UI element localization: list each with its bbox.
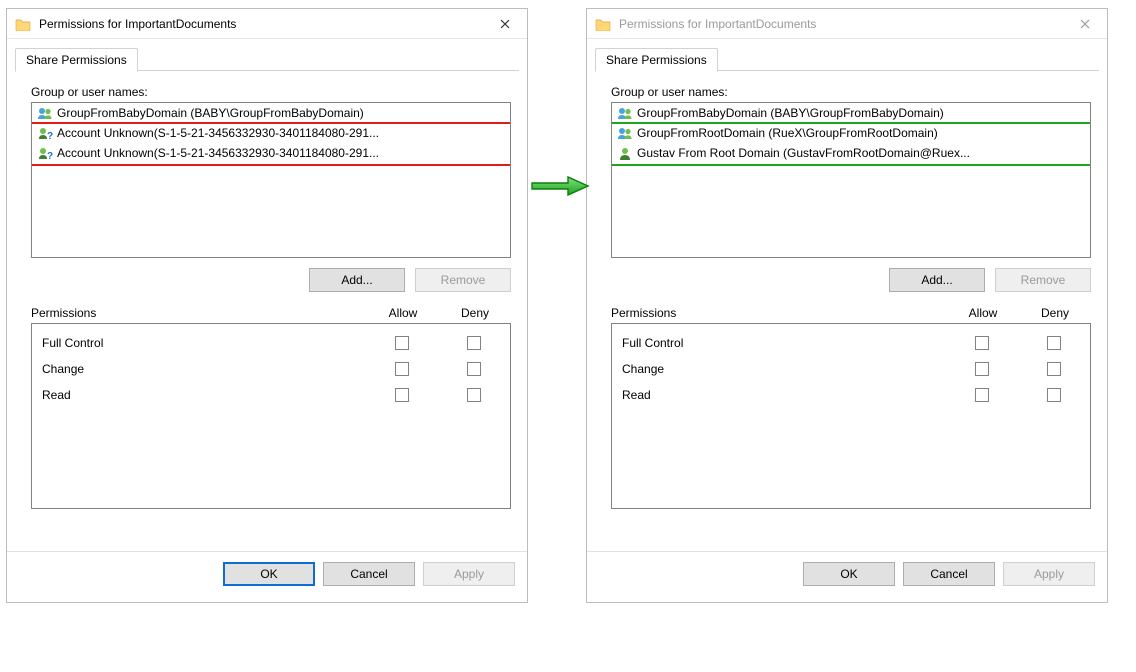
folder-icon	[595, 17, 611, 31]
deny-heading: Deny	[1019, 306, 1091, 320]
tab-share-permissions[interactable]: Share Permissions	[595, 48, 718, 72]
arrow-annotation-icon	[530, 174, 590, 198]
permissions-list: Full Control Change Read	[611, 323, 1091, 509]
permissions-list: Full Control Change Read	[31, 323, 511, 509]
permission-row: Full Control	[612, 330, 1090, 356]
group-icon	[37, 106, 53, 120]
close-icon	[1080, 19, 1090, 29]
permission-name: Change	[622, 362, 946, 376]
allow-checkbox[interactable]	[975, 362, 989, 376]
allow-heading: Allow	[947, 306, 1019, 320]
add-button[interactable]: Add...	[309, 268, 405, 292]
list-item-label: GroupFromBabyDomain (BABY\GroupFromBabyD…	[57, 106, 364, 120]
apply-button[interactable]: Apply	[423, 562, 515, 586]
permission-row: Full Control	[32, 330, 510, 356]
permission-row: Read	[32, 382, 510, 408]
cancel-button[interactable]: Cancel	[323, 562, 415, 586]
unknown-account-icon	[37, 126, 53, 140]
permissions-heading: Permissions	[31, 306, 367, 320]
group-label: Group or user names:	[611, 85, 1091, 99]
allow-checkbox[interactable]	[975, 388, 989, 402]
group-label: Group or user names:	[31, 85, 511, 99]
group-icon	[617, 126, 633, 140]
user-icon	[617, 146, 633, 160]
close-icon	[500, 19, 510, 29]
list-item-label: Account Unknown(S-1-5-21-3456332930-3401…	[57, 146, 379, 160]
permission-name: Full Control	[42, 336, 366, 350]
user-group-list[interactable]: GroupFromBabyDomain (BABY\GroupFromBabyD…	[611, 102, 1091, 258]
dialog-footer: OK Cancel Apply	[587, 551, 1107, 596]
deny-heading: Deny	[439, 306, 511, 320]
permission-row: Read	[612, 382, 1090, 408]
user-group-list[interactable]: GroupFromBabyDomain (BABY\GroupFromBabyD…	[31, 102, 511, 258]
unknown-account-icon	[37, 146, 53, 160]
deny-checkbox[interactable]	[467, 388, 481, 402]
permission-row: Change	[32, 356, 510, 382]
allow-checkbox[interactable]	[975, 336, 989, 350]
permission-name: Full Control	[622, 336, 946, 350]
close-button[interactable]	[1065, 10, 1105, 38]
permissions-dialog-right: Permissions for ImportantDocuments Share…	[586, 8, 1108, 603]
group-icon	[617, 106, 633, 120]
deny-checkbox[interactable]	[467, 362, 481, 376]
list-item[interactable]: GroupFromBabyDomain (BABY\GroupFromBabyD…	[612, 103, 1090, 123]
ok-button[interactable]: OK	[223, 562, 315, 586]
deny-checkbox[interactable]	[1047, 336, 1061, 350]
list-item[interactable]: GroupFromRootDomain (RueX\GroupFromRootD…	[612, 123, 1090, 143]
titlebar[interactable]: Permissions for ImportantDocuments	[7, 9, 527, 39]
deny-checkbox[interactable]	[467, 336, 481, 350]
ok-button[interactable]: OK	[803, 562, 895, 586]
list-item[interactable]: Account Unknown(S-1-5-21-3456332930-3401…	[32, 123, 510, 143]
window-title: Permissions for ImportantDocuments	[39, 17, 485, 31]
dialog-footer: OK Cancel Apply	[7, 551, 527, 596]
list-item[interactable]: Account Unknown(S-1-5-21-3456332930-3401…	[32, 143, 510, 163]
folder-icon	[15, 17, 31, 31]
add-button[interactable]: Add...	[889, 268, 985, 292]
permission-name: Read	[622, 388, 946, 402]
deny-checkbox[interactable]	[1047, 362, 1061, 376]
remove-button[interactable]: Remove	[995, 268, 1091, 292]
window-title: Permissions for ImportantDocuments	[619, 17, 1065, 31]
permissions-heading: Permissions	[611, 306, 947, 320]
allow-checkbox[interactable]	[395, 336, 409, 350]
deny-checkbox[interactable]	[1047, 388, 1061, 402]
permissions-dialog-left: Permissions for ImportantDocuments Share…	[6, 8, 528, 603]
list-item-label: Gustav From Root Domain (GustavFromRootD…	[637, 146, 970, 160]
tab-strip: Share Permissions	[595, 47, 1099, 71]
list-item-label: Account Unknown(S-1-5-21-3456332930-3401…	[57, 126, 379, 140]
cancel-button[interactable]: Cancel	[903, 562, 995, 586]
permission-row: Change	[612, 356, 1090, 382]
list-item[interactable]: GroupFromBabyDomain (BABY\GroupFromBabyD…	[32, 103, 510, 123]
tab-share-permissions[interactable]: Share Permissions	[15, 48, 138, 72]
allow-checkbox[interactable]	[395, 362, 409, 376]
list-item-label: GroupFromRootDomain (RueX\GroupFromRootD…	[637, 126, 938, 140]
list-item-label: GroupFromBabyDomain (BABY\GroupFromBabyD…	[637, 106, 944, 120]
allow-checkbox[interactable]	[395, 388, 409, 402]
list-item[interactable]: Gustav From Root Domain (GustavFromRootD…	[612, 143, 1090, 163]
tab-strip: Share Permissions	[15, 47, 519, 71]
titlebar[interactable]: Permissions for ImportantDocuments	[587, 9, 1107, 39]
remove-button[interactable]: Remove	[415, 268, 511, 292]
permission-name: Read	[42, 388, 366, 402]
apply-button[interactable]: Apply	[1003, 562, 1095, 586]
allow-heading: Allow	[367, 306, 439, 320]
permission-name: Change	[42, 362, 366, 376]
close-button[interactable]	[485, 10, 525, 38]
